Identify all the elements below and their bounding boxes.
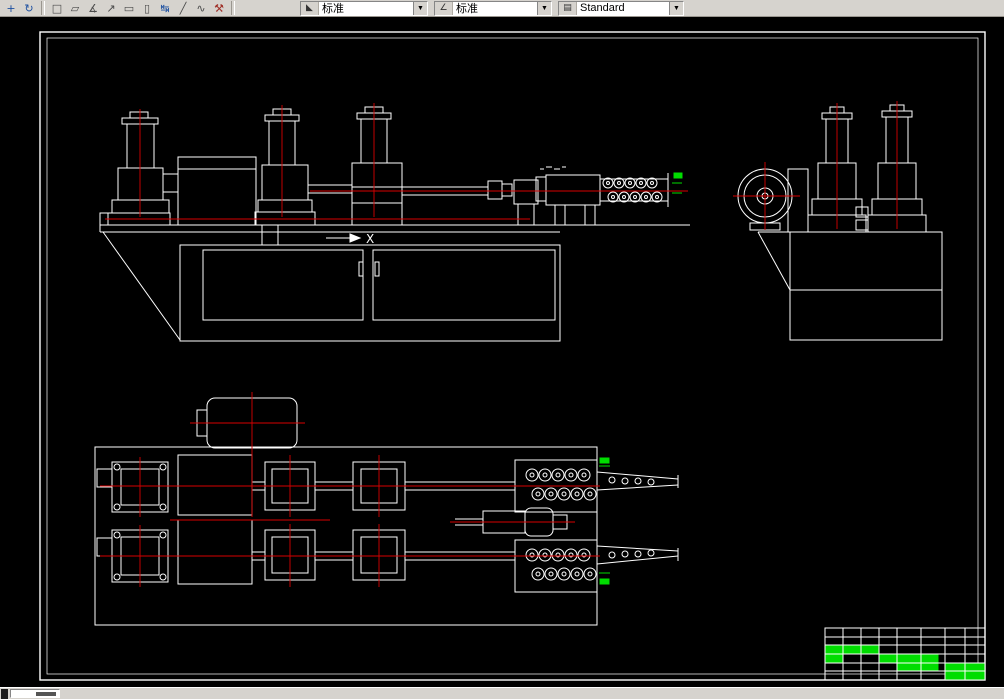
leader-icon[interactable]: ↗	[102, 1, 120, 16]
zoom-window-icon[interactable]: □	[48, 1, 66, 16]
command-input[interactable]	[10, 689, 60, 698]
plan-view	[94, 392, 679, 626]
dim-style-combo[interactable]: ∠ 标准 ▼	[434, 0, 552, 16]
rectangle-icon[interactable]: ▭	[120, 1, 138, 16]
polygon-icon[interactable]: ▱	[66, 1, 84, 16]
main-toolbar: + ↻ □ ▱ ∡ ↗ ▭ ▯ ↹ ╱ ∿ ⚒ ◣ 标准 ▼ ∠ 标准 ▼ ▤ …	[0, 0, 1004, 17]
angle-icon[interactable]: ∡	[84, 1, 102, 16]
cad-application-window: + ↻ □ ▱ ∡ ↗ ▭ ▯ ↹ ╱ ∿ ⚒ ◣ 标准 ▼ ∠ 标准 ▼ ▤ …	[0, 0, 1004, 699]
spline-icon[interactable]: ∿	[192, 1, 210, 16]
viewport-icon[interactable]: ▯	[138, 1, 156, 16]
front-view: X	[99, 103, 690, 342]
table-style-value: Standard	[580, 2, 625, 14]
status-bar	[0, 687, 1004, 699]
orbit-icon[interactable]: ↻	[20, 1, 38, 16]
front-view-annotations	[672, 172, 683, 194]
text-style-icon: ◣	[301, 1, 319, 15]
dim-style-icon: ∠	[435, 1, 453, 15]
line-icon[interactable]: ╱	[174, 1, 192, 16]
status-corner-block	[1, 688, 8, 699]
chevron-down-icon[interactable]: ▼	[413, 1, 427, 15]
section-label: X	[366, 232, 374, 246]
text-style-value: 标准	[322, 3, 344, 15]
drawing-frame	[39, 31, 986, 681]
chevron-down-icon[interactable]: ▼	[669, 1, 683, 15]
toolbar-separator	[231, 1, 235, 15]
toolbar-separator	[41, 1, 45, 15]
pan-icon[interactable]: +	[2, 1, 20, 16]
side-view	[733, 101, 943, 341]
text-style-combo[interactable]: ◣ 标准 ▼	[300, 0, 428, 16]
drawing-canvas[interactable]: X	[0, 17, 1004, 687]
plan-view-annotations	[599, 457, 610, 585]
stretch-icon[interactable]: ↹	[156, 1, 174, 16]
title-block	[824, 627, 986, 681]
tools-icon[interactable]: ⚒	[210, 1, 228, 16]
table-style-icon: ▤	[559, 1, 577, 15]
table-style-combo[interactable]: ▤ Standard ▼	[558, 0, 684, 16]
dim-style-value: 标准	[456, 3, 478, 15]
chevron-down-icon[interactable]: ▼	[537, 1, 551, 15]
